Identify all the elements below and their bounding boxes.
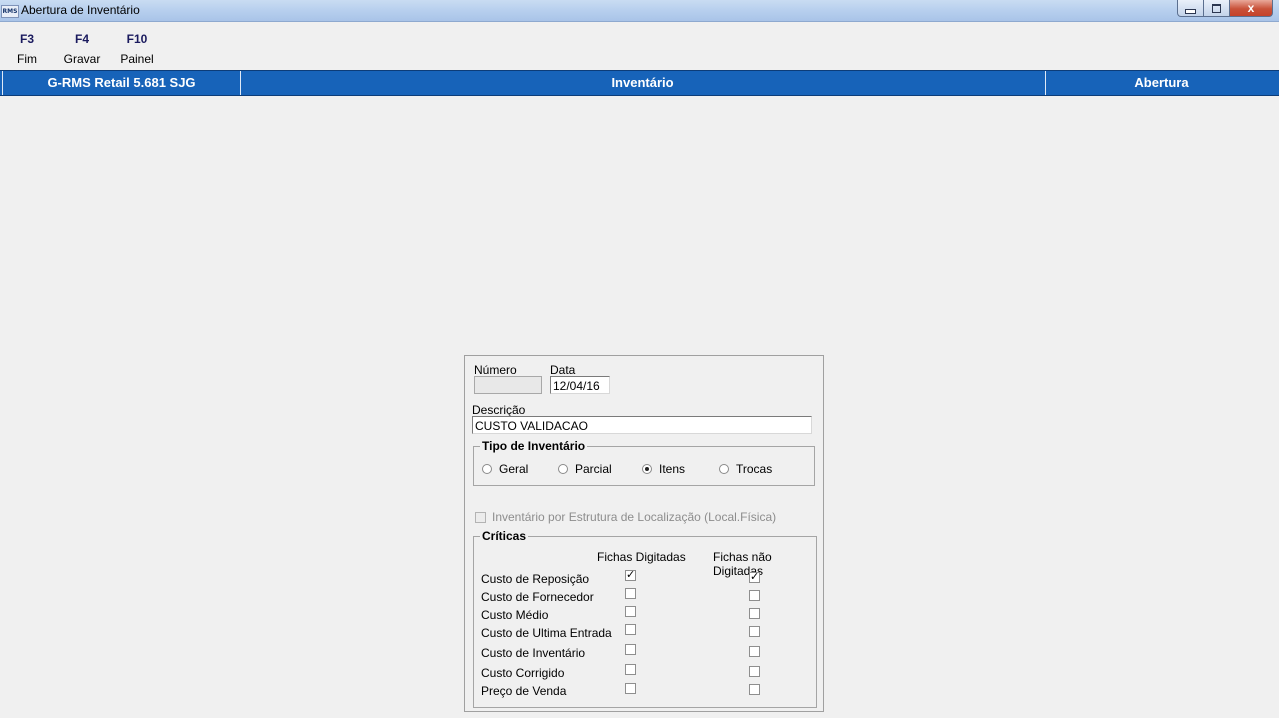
checkbox-corrigido-digitadas[interactable] xyxy=(625,664,636,675)
critica-label-medio: Custo Médio xyxy=(481,608,549,622)
toolbar-fim-button[interactable]: F3 Fim xyxy=(2,32,52,66)
radio-indicator xyxy=(558,464,568,474)
title-bar[interactable]: RMS Abertura de Inventário x xyxy=(0,0,1279,22)
checkbox-preco-venda-nao-digitadas[interactable] xyxy=(749,684,760,695)
radio-label: Trocas xyxy=(736,462,773,476)
app-icon: RMS xyxy=(1,5,19,18)
close-icon: x xyxy=(1247,1,1255,15)
window-controls: x xyxy=(1177,0,1273,17)
checkbox-inventario-nao-digitadas[interactable] xyxy=(749,646,760,657)
check-icon: ✓ xyxy=(626,568,636,581)
critica-label-corrigido: Custo Corrigido xyxy=(481,666,565,680)
toolbar-label: Painel xyxy=(120,52,154,66)
data-field[interactable]: 12/04/16 xyxy=(550,376,610,394)
header-module-name: Inventário xyxy=(240,71,1046,95)
minimize-icon xyxy=(1185,8,1196,14)
localizacao-label: Inventário por Estrutura de Localização … xyxy=(492,510,777,524)
toolbar-painel-button[interactable]: F10 Painel xyxy=(112,32,162,66)
radio-trocas[interactable]: Trocas xyxy=(719,462,772,476)
critica-label-fornecedor: Custo de Fornecedor xyxy=(481,590,594,604)
checkbox-ultima-entrada-nao-digitadas[interactable] xyxy=(749,626,760,637)
numero-field[interactable] xyxy=(474,376,542,394)
critica-label-ultima-entrada: Custo de Ultima Entrada xyxy=(481,626,612,640)
tipo-inventario-group: Tipo de Inventário Geral Parcial Itens T… xyxy=(473,439,815,486)
toolbar-gravar-button[interactable]: F4 Gravar xyxy=(57,32,107,66)
close-button[interactable]: x xyxy=(1230,0,1273,17)
restore-icon xyxy=(1212,3,1221,13)
localizacao-checkbox xyxy=(475,512,486,523)
header-system-name: G-RMS Retail 5.681 SJG xyxy=(2,71,241,95)
checkbox-fornecedor-digitadas[interactable] xyxy=(625,588,636,599)
inventory-form-panel: Número Data 12/04/16 Descrição CUSTO VAL… xyxy=(464,355,824,712)
checkbox-reposicao-digitadas[interactable]: ✓ xyxy=(625,568,636,581)
checkbox-medio-digitadas[interactable] xyxy=(625,606,636,617)
critica-label-preco-venda: Preço de Venda xyxy=(481,684,567,698)
toolbar-label: Gravar xyxy=(63,52,101,66)
toolbar-key: F10 xyxy=(126,32,148,46)
checkbox-reposicao-nao-digitadas[interactable]: ✓ xyxy=(749,570,760,583)
descricao-label: Descrição xyxy=(472,403,526,417)
radio-label: Itens xyxy=(659,462,686,476)
radio-label: Parcial xyxy=(575,462,612,476)
radio-label: Geral xyxy=(499,462,529,476)
checkbox-ultima-entrada-digitadas[interactable] xyxy=(625,624,636,635)
check-icon: ✓ xyxy=(750,570,760,583)
checkbox-fornecedor-nao-digitadas[interactable] xyxy=(749,590,760,601)
radio-indicator xyxy=(482,464,492,474)
minimize-button[interactable] xyxy=(1177,0,1204,17)
col-head-nao-digitadas: Fichas não Digitadas xyxy=(713,550,772,578)
header-action-name: Abertura xyxy=(1134,75,1189,90)
numero-label: Número xyxy=(474,363,517,377)
checkbox-preco-venda-digitadas[interactable] xyxy=(625,683,636,694)
criticas-title: Críticas xyxy=(480,529,529,543)
radio-indicator-selected xyxy=(642,464,652,474)
checkbox-inventario-digitadas[interactable] xyxy=(625,644,636,655)
maximize-button[interactable] xyxy=(1204,0,1230,17)
radio-geral[interactable]: Geral xyxy=(482,462,528,476)
critica-label-inventario: Custo de Inventário xyxy=(481,646,586,660)
header-strip: G-RMS Retail 5.681 SJG Inventário Abertu… xyxy=(0,70,1279,96)
descricao-field[interactable]: CUSTO VALIDACAO xyxy=(472,416,812,434)
radio-parcial[interactable]: Parcial xyxy=(558,462,612,476)
critica-label-reposicao: Custo de Reposição xyxy=(481,572,590,586)
col-head-digitadas: Fichas Digitadas xyxy=(597,550,686,564)
checkbox-medio-nao-digitadas[interactable] xyxy=(749,608,760,619)
criticas-group: Críticas Fichas Digitadas Fichas não Dig… xyxy=(473,529,817,708)
window-title: Abertura de Inventário xyxy=(21,3,140,17)
tipo-inventario-title: Tipo de Inventário xyxy=(480,439,588,453)
radio-indicator xyxy=(719,464,729,474)
toolbar-key: F3 xyxy=(19,32,34,46)
radio-itens[interactable]: Itens xyxy=(642,462,685,476)
toolbar-label: Fim xyxy=(17,52,37,66)
toolbar-key: F4 xyxy=(74,32,89,46)
checkbox-corrigido-nao-digitadas[interactable] xyxy=(749,666,760,677)
data-label: Data xyxy=(550,363,576,377)
